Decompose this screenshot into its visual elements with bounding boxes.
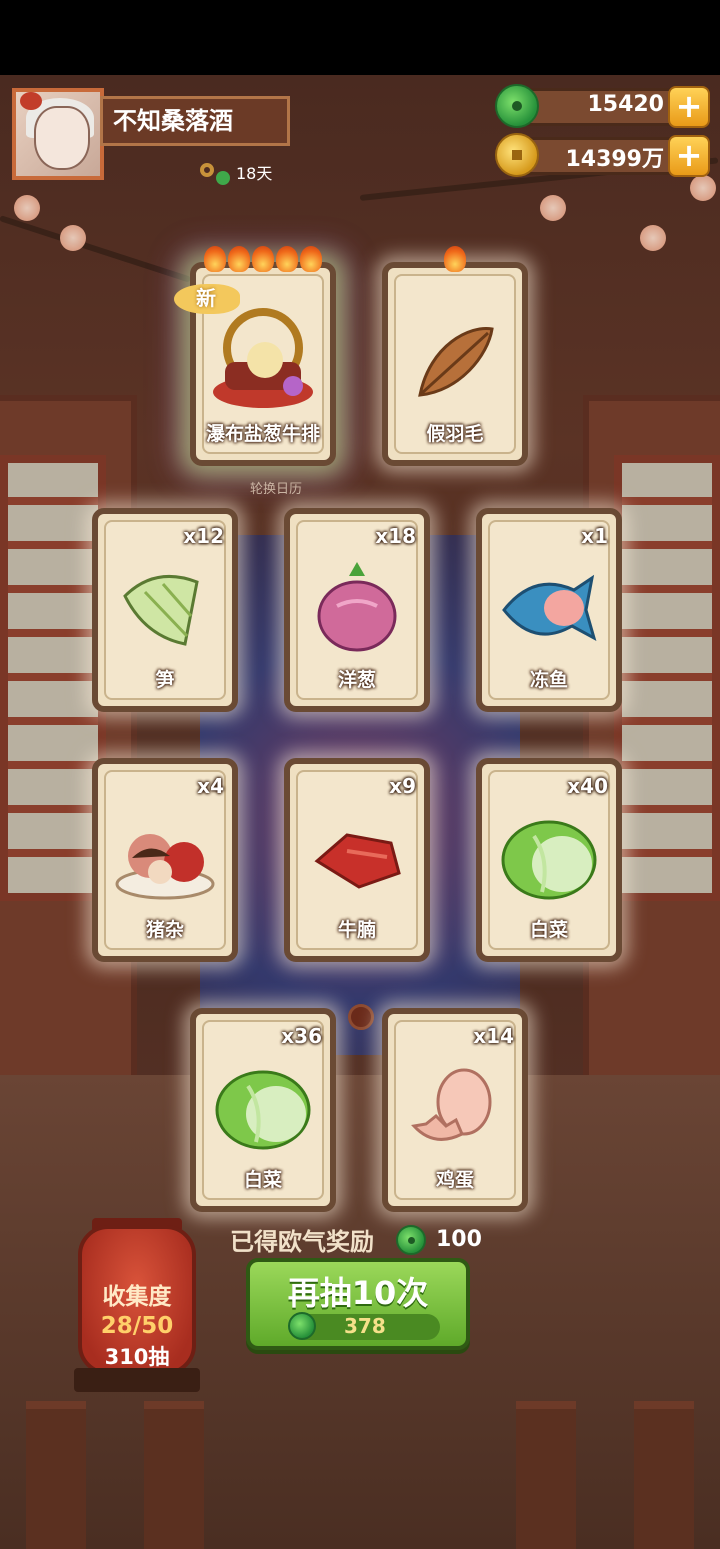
player-avatar[interactable]	[12, 88, 104, 180]
blossom	[60, 225, 86, 251]
beef-brisket-icon	[314, 833, 401, 889]
reward-amount: 100	[436, 1227, 482, 1252]
card-label: 笋	[155, 669, 175, 691]
pork-offal-icon	[115, 834, 215, 900]
card-quantity: x4	[197, 774, 224, 798]
card-label: 冻鱼	[529, 669, 568, 691]
card-cabbage[interactable]: x40 白菜	[476, 758, 622, 962]
jade-icon	[288, 1312, 316, 1340]
railing-post	[634, 1401, 694, 1549]
card-egg[interactable]: x14 鸡蛋	[382, 1008, 528, 1212]
left-lattice-window	[0, 455, 106, 901]
coin-value: 14399万	[565, 147, 664, 172]
player-name: 不知桑落酒	[100, 96, 290, 146]
card-quantity: x40	[567, 774, 608, 798]
onion-icon	[317, 562, 397, 652]
add-coin-button[interactable]: +	[668, 135, 710, 177]
reward-line: 已得欧气奖励 100	[230, 1222, 482, 1257]
draw-cost: 378	[344, 1314, 386, 1338]
feather-icon	[418, 327, 494, 397]
coin-icon	[495, 133, 539, 177]
collection-lantern[interactable]: 收集度 28/50 310抽	[78, 1225, 196, 1375]
cabbage-icon	[501, 820, 597, 900]
cabbage-icon	[215, 1070, 311, 1150]
flame-icon	[444, 246, 466, 272]
flame-icon	[276, 246, 298, 272]
compass-ornament	[348, 1004, 374, 1030]
flame-icon	[300, 246, 322, 272]
egg-icon	[411, 1068, 492, 1142]
coin-currency: 14399万 +	[495, 133, 710, 179]
card-onion[interactable]: x18 洋葱	[284, 508, 430, 712]
railing-post	[144, 1401, 204, 1549]
jade-icon	[495, 84, 539, 128]
card-quantity: x12	[183, 524, 224, 548]
card-cabbage[interactable]: x36 白菜	[190, 1008, 336, 1212]
card-label: 白菜	[529, 919, 568, 941]
draw-button-label: 再抽10次	[287, 1274, 429, 1312]
flame-icon	[204, 246, 226, 272]
card-quantity: x1	[581, 524, 608, 548]
jade-value: 15420	[587, 92, 664, 117]
steak-dish-icon	[213, 308, 313, 409]
featured-card-steak[interactable]: 新 瀑布盐葱牛排	[174, 246, 336, 466]
card-label: 鸡蛋	[435, 1169, 474, 1191]
jade-icon	[396, 1224, 426, 1255]
flame-icon	[228, 246, 250, 272]
bamboo-shoot-icon	[123, 575, 199, 646]
jade-currency: 15420 +	[495, 84, 710, 130]
frozen-fish-icon	[502, 574, 597, 642]
card-frozen-fish[interactable]: x1 冻鱼	[476, 508, 622, 712]
right-lattice-window	[614, 455, 720, 901]
lantern-stand	[74, 1368, 200, 1392]
flame-icon	[252, 246, 274, 272]
avatar-face	[34, 106, 90, 170]
card-bamboo-shoot[interactable]: x12 笋	[92, 508, 238, 712]
rotate-calendar-label: 轮换日历	[249, 482, 302, 497]
card-quantity: x9	[389, 774, 416, 798]
card-pork-offal[interactable]: x4 猪杂	[92, 758, 238, 962]
blossom	[14, 195, 40, 221]
reward-label: 已得欧气奖励	[230, 1228, 374, 1256]
card-quantity: x36	[281, 1024, 322, 1048]
card-label: 白菜	[243, 1169, 282, 1191]
collection-progress: 28/50	[100, 1313, 174, 1339]
card-label: 瀑布盐葱牛排	[205, 423, 320, 445]
card-quantity: x14	[473, 1024, 514, 1048]
card-label: 牛腩	[337, 919, 376, 941]
key-icon	[200, 159, 230, 185]
collection-draws: 310抽	[104, 1345, 170, 1369]
card-label: 假羽毛	[426, 423, 484, 445]
add-jade-button[interactable]: +	[668, 86, 710, 128]
card-beef-brisket[interactable]: x9 牛腩	[284, 758, 430, 962]
railing-post	[516, 1401, 576, 1549]
blossom	[540, 195, 566, 221]
collection-title: 收集度	[102, 1284, 172, 1310]
card-label: 洋葱	[337, 669, 376, 691]
draw-again-button[interactable]: 再抽10次 378	[246, 1258, 470, 1350]
card-quantity: x18	[375, 524, 416, 548]
card-label: 猪杂	[145, 919, 184, 941]
avatar-bow	[20, 92, 42, 110]
railing-post	[26, 1401, 86, 1549]
rarity-flames	[444, 246, 466, 272]
rarity-flames	[204, 246, 322, 272]
featured-card-fake-feather[interactable]: 假羽毛	[382, 246, 528, 466]
days-value: 18天	[236, 164, 273, 183]
blossom	[640, 225, 666, 251]
days-indicator: 18天	[200, 158, 272, 186]
blossom-branch	[0, 215, 192, 283]
